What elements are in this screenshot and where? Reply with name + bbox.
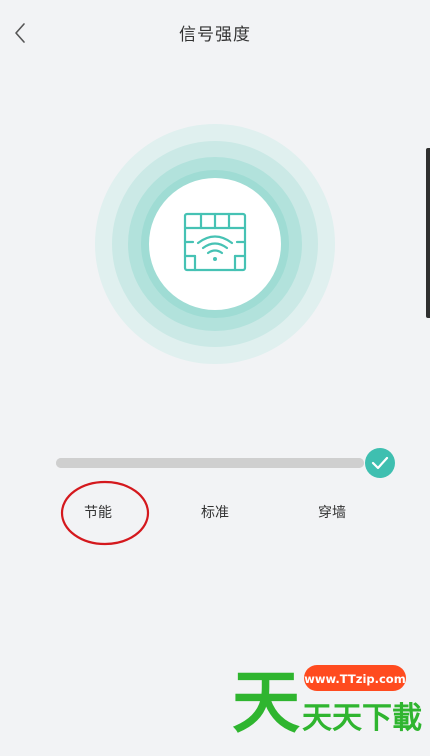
watermark-logo: 天 www.TTzip.com 天天下載 (228, 660, 428, 752)
header-bar: 信号强度 (0, 0, 430, 66)
watermark-text: 天天下載 (302, 701, 422, 736)
check-icon (371, 456, 389, 470)
signal-rings (95, 124, 335, 364)
side-scroll-handle (426, 148, 430, 318)
option-wall-penetrate[interactable]: 穿墙 (318, 502, 346, 522)
red-circle-annotation (60, 480, 150, 546)
page-title: 信号强度 (179, 25, 251, 45)
watermark-big-char: 天 (232, 664, 300, 743)
option-standard[interactable]: 标准 (201, 502, 229, 522)
slider-thumb[interactable] (365, 448, 395, 478)
signal-slider[interactable] (56, 448, 395, 478)
watermark-url: www.TTzip.com (304, 672, 405, 686)
slider-fill (56, 458, 364, 468)
